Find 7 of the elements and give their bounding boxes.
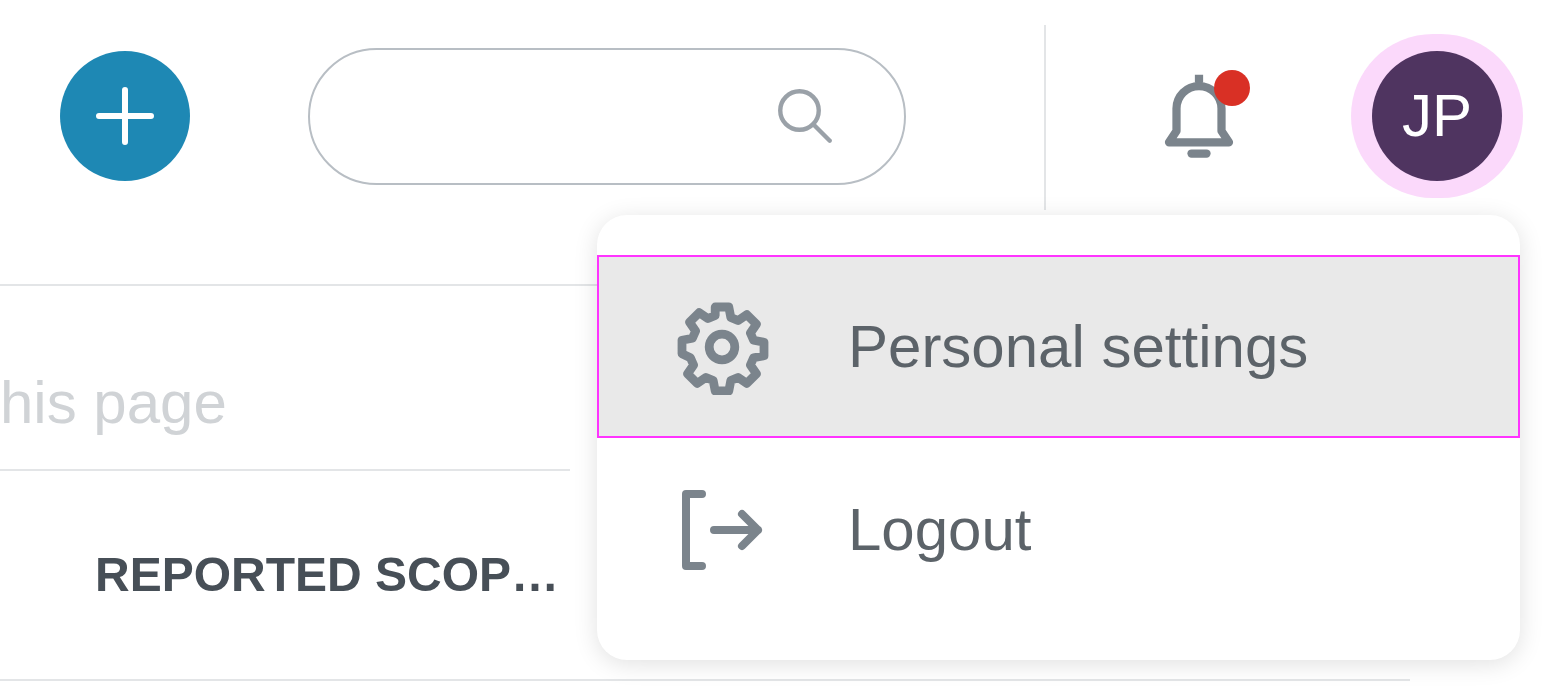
avatar-button[interactable]: JP (1351, 34, 1523, 198)
search-field[interactable] (308, 47, 906, 185)
user-initials: JP (1372, 51, 1502, 181)
column-heading: REPORTED SCOP… (95, 547, 560, 603)
menu-item[interactable]: Logout (597, 438, 1520, 621)
plus-icon (95, 86, 155, 146)
menu-item[interactable]: Personal settings (597, 255, 1520, 438)
